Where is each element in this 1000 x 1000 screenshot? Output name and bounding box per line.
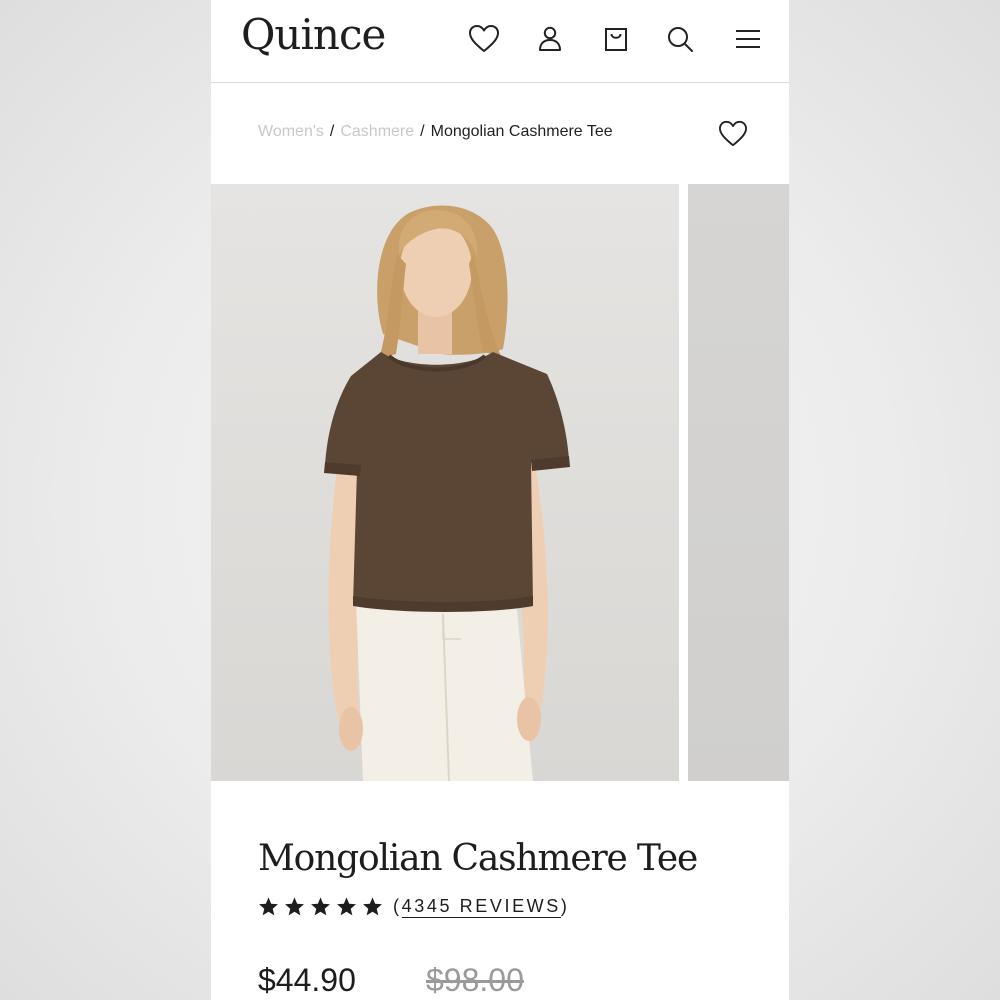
product-image-main[interactable] <box>211 184 679 781</box>
menu-icon[interactable] <box>731 22 765 56</box>
breadcrumb: Women's / Cashmere / Mongolian Cashmere Tee <box>258 123 613 141</box>
reviews-open-paren: ( <box>393 896 402 916</box>
account-icon[interactable] <box>533 22 567 56</box>
star-rating <box>258 896 383 917</box>
product-title: Mongolian Cashmere Tee <box>258 838 698 879</box>
breadcrumb-link-womens[interactable]: Women's <box>258 123 324 140</box>
site-header: Quince <box>211 0 789 83</box>
breadcrumb-current: Mongolian Cashmere Tee <box>430 123 613 140</box>
add-to-wishlist-heart-icon[interactable] <box>715 116 751 152</box>
star-icon <box>285 897 304 916</box>
search-icon[interactable] <box>663 22 697 56</box>
reviews-close-paren: ) <box>560 896 570 916</box>
reviews-link[interactable]: 4345 REVIEWS <box>401 896 561 918</box>
heart-icon[interactable] <box>467 22 501 56</box>
product-image-next[interactable] <box>688 184 789 781</box>
breadcrumb-separator: / <box>329 123 335 140</box>
star-icon <box>259 897 278 916</box>
star-icon <box>363 897 382 916</box>
sale-price: $44.90 <box>258 962 356 998</box>
model-photo <box>324 205 570 781</box>
breadcrumb-link-cashmere[interactable]: Cashmere <box>340 123 414 140</box>
bag-icon[interactable] <box>599 22 633 56</box>
product-page: Quince Women's / Cashmere / Mongolian Cashme… <box>211 0 789 1000</box>
breadcrumb-separator: / <box>420 123 425 140</box>
compare-at-price: $98.00 <box>426 962 524 998</box>
star-icon <box>337 897 356 916</box>
star-icon <box>311 897 330 916</box>
quince-logo[interactable]: Quince <box>241 10 386 59</box>
reviews-count: (4345 REVIEWS) <box>393 896 570 918</box>
product-rating: (4345 REVIEWS) <box>258 896 570 918</box>
